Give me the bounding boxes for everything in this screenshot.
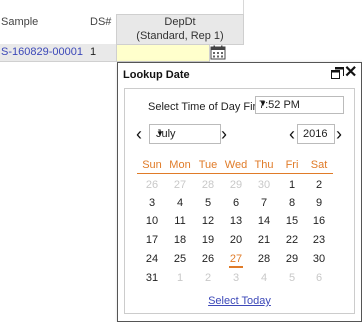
calendar-day[interactable]: 4: [165, 197, 195, 209]
calendar-day[interactable]: 5: [277, 272, 307, 284]
calendar-day[interactable]: 10: [137, 215, 167, 227]
column-header-depdt-sublabel: (Standard, Rep 1): [136, 30, 224, 42]
calendar-day[interactable]: 5: [193, 197, 223, 209]
column-header-ds-label: DS#: [90, 16, 112, 28]
column-header-depdt[interactable]: DepDt (Standard, Rep 1): [116, 14, 244, 45]
time-of-day-label: Select Time of Day First:: [148, 101, 268, 113]
calendar-day[interactable]: 19: [193, 234, 223, 246]
calendar-panel: Select Time of Day First: 7:52 PM ▼ ‹ Ju…: [124, 88, 355, 314]
time-of-day-select[interactable]: 7:52 PM ▼: [255, 96, 344, 114]
depdt-input[interactable]: [116, 44, 210, 62]
calendar-day[interactable]: 27: [165, 179, 195, 191]
calendar-day[interactable]: 17: [137, 234, 167, 246]
restore-window-icon[interactable]: [331, 67, 344, 80]
cell-ds[interactable]: 1: [88, 44, 117, 62]
today-underline: [229, 266, 243, 268]
calendar-day[interactable]: 2: [193, 272, 223, 284]
calendar-day[interactable]: 9: [304, 197, 334, 209]
calendar-day-today[interactable]: 27: [221, 253, 251, 265]
calendar-day[interactable]: 6: [304, 272, 334, 284]
calendar-day[interactable]: 24: [137, 253, 167, 265]
weekday-label: Tue: [198, 159, 218, 171]
calendar-day[interactable]: 7: [249, 197, 279, 209]
sample-link[interactable]: S-160829-00001: [1, 46, 83, 58]
weekday-label: Sat: [310, 159, 328, 171]
next-year-icon[interactable]: ›: [336, 125, 342, 143]
calendar-day[interactable]: 15: [277, 215, 307, 227]
select-today-link[interactable]: Select Today: [125, 295, 354, 307]
column-header-spacer: [116, 0, 244, 14]
calendar-day[interactable]: 26: [137, 179, 167, 191]
calendar-day[interactable]: 30: [249, 179, 279, 191]
calendar-day[interactable]: 29: [221, 179, 251, 191]
year-input[interactable]: 2016: [297, 124, 335, 144]
calendar-day[interactable]: 2: [304, 179, 334, 191]
dropdown-arrow-icon: ▼: [259, 99, 267, 108]
dialog-title: Lookup Date: [123, 69, 190, 81]
weekday-label: Sun: [142, 159, 162, 171]
calendar-day[interactable]: 3: [137, 197, 167, 209]
column-header-sample[interactable]: Sample: [0, 0, 89, 45]
weekday-label: Mon: [169, 159, 191, 171]
calendar-day[interactable]: 3: [221, 272, 251, 284]
column-header-sample-label: Sample: [1, 16, 39, 28]
calendar-icon[interactable]: [210, 45, 226, 60]
calendar-day[interactable]: 13: [221, 215, 251, 227]
calendar-day[interactable]: 31: [137, 272, 167, 284]
calendar-day[interactable]: 25: [165, 253, 195, 265]
column-header-depdt-label: DepDt: [164, 16, 196, 28]
calendar-day[interactable]: 6: [221, 197, 251, 209]
calendar-day[interactable]: 4: [249, 272, 279, 284]
next-month-icon[interactable]: ›: [221, 125, 227, 143]
calendar-day[interactable]: 20: [221, 234, 251, 246]
calendar-day[interactable]: 23: [304, 234, 334, 246]
calendar-day[interactable]: 28: [249, 253, 279, 265]
previous-month-icon[interactable]: ‹: [136, 125, 142, 143]
cell-ds-value: 1: [90, 46, 97, 58]
previous-year-icon[interactable]: ‹: [289, 125, 295, 143]
close-icon[interactable]: ✕: [344, 64, 357, 82]
sample-grid: Sample DS# DepDt (Standard, Rep 1) S-160…: [0, 0, 362, 62]
month-select[interactable]: July ▼: [149, 124, 221, 144]
weekday-label: Fri: [285, 159, 299, 171]
calendar-day[interactable]: 12: [193, 215, 223, 227]
year-value: 2016: [303, 128, 328, 140]
column-header-ds[interactable]: DS#: [88, 0, 117, 45]
calendar-day[interactable]: 22: [277, 234, 307, 246]
lookup-date-dialog: Lookup Date ✕ Select Time of Day First: …: [117, 62, 362, 322]
calendar-day[interactable]: 18: [165, 234, 195, 246]
calendar-day[interactable]: 11: [165, 215, 195, 227]
dropdown-arrow-icon: ▼: [156, 129, 164, 138]
cell-sample[interactable]: S-160829-00001: [0, 44, 89, 62]
table-row: S-160829-00001 1: [0, 44, 243, 62]
calendar-day[interactable]: 8: [277, 197, 307, 209]
calendar-day[interactable]: 29: [277, 253, 307, 265]
calendar-day[interactable]: 21: [249, 234, 279, 246]
weekday-divider: [137, 173, 333, 174]
calendar-day[interactable]: 26: [193, 253, 223, 265]
calendar-day[interactable]: 30: [304, 253, 334, 265]
calendar-day[interactable]: 1: [165, 272, 195, 284]
calendar-day[interactable]: 16: [304, 215, 334, 227]
calendar-day[interactable]: 1: [277, 179, 307, 191]
calendar-day[interactable]: 14: [249, 215, 279, 227]
calendar-day[interactable]: 28: [193, 179, 223, 191]
weekday-label: Thu: [254, 159, 274, 171]
weekday-label: Wed: [224, 159, 248, 171]
